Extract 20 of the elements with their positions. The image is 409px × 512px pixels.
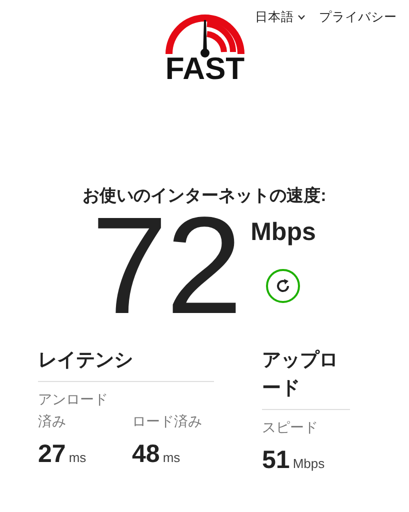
metric-value: 51: [262, 446, 290, 475]
metric-label: アンロード済み: [38, 390, 109, 431]
metric-value: 48: [132, 440, 160, 469]
speed-heading: お使いのインターネットの速度:: [82, 185, 328, 207]
speed-value: 72: [91, 207, 241, 325]
privacy-link[interactable]: プライバシー: [319, 9, 397, 26]
refresh-button[interactable]: [266, 269, 300, 303]
speed-unit: Mbps: [250, 218, 316, 247]
metric-heading: レイテンシ: [38, 347, 214, 382]
metric-unit: ms: [162, 450, 180, 465]
metric-unit: Mbps: [292, 456, 325, 471]
logo-text: FAST: [165, 55, 245, 83]
metric-heading: アップロード: [262, 347, 350, 410]
metric-unit: ms: [68, 450, 86, 465]
refresh-icon: [275, 278, 292, 294]
metric-label: スピード: [262, 418, 318, 437]
metric-label: ロード済み: [132, 412, 202, 431]
language-dropdown[interactable]: 日本語: [255, 9, 305, 26]
caret-icon: [298, 15, 305, 20]
metric-value: 27: [38, 440, 66, 469]
